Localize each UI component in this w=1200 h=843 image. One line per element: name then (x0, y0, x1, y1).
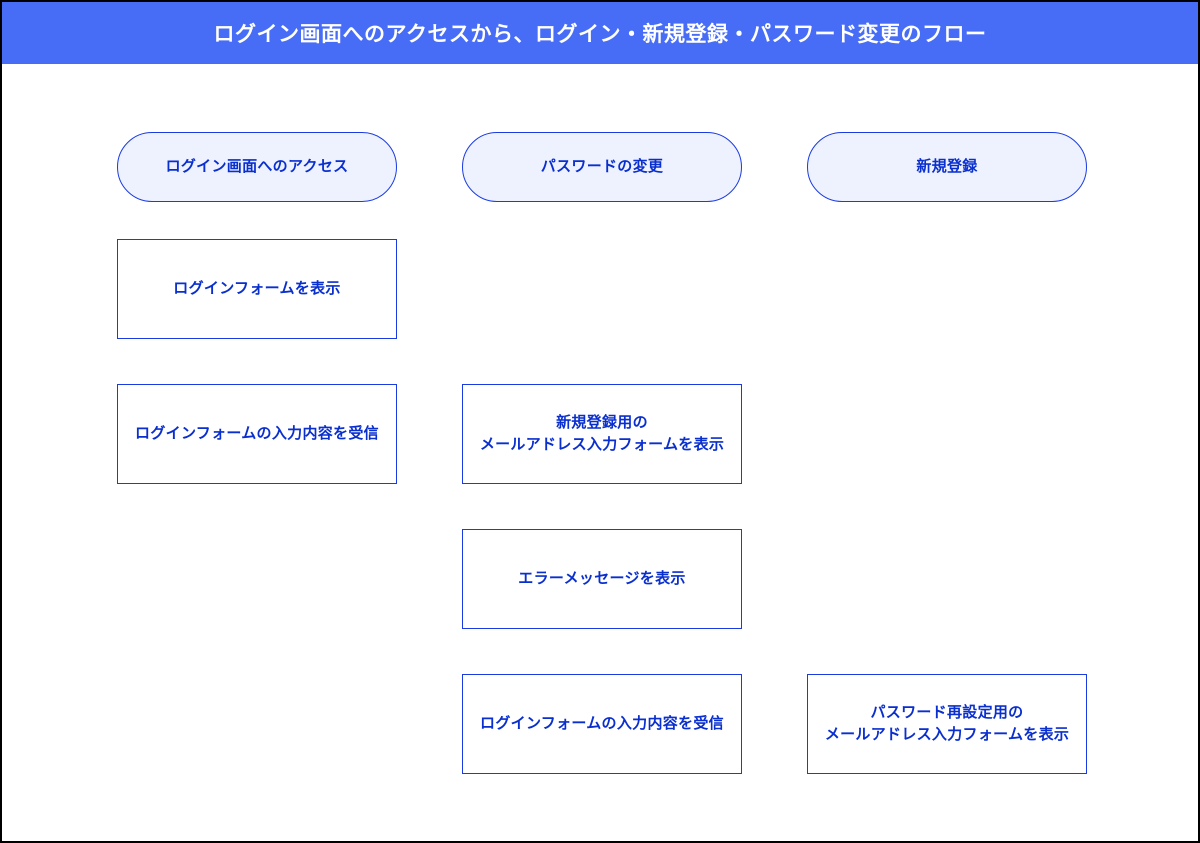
start-new-register: 新規登録 (807, 132, 1087, 202)
diagram-frame: ログイン画面へのアクセスから、ログイン・新規登録・パスワード変更のフロー ログイ… (0, 0, 1200, 843)
node-label: ログインフォームを表示 (173, 278, 340, 301)
step-show-signup-email-form: 新規登録用のメールアドレス入力フォームを表示 (462, 384, 742, 484)
title-text: ログイン画面へのアクセスから、ログイン・新規登録・パスワード変更のフロー (214, 23, 987, 46)
step-show-login-form: ログインフォームを表示 (117, 239, 397, 339)
node-label: 新規登録 (916, 156, 977, 179)
step-show-pwd-reset-email-form: パスワード再設定用のメールアドレス入力フォームを表示 (807, 674, 1087, 774)
step-receive-login-input: ログインフォームの入力内容を受信 (117, 384, 397, 484)
step-receive-login-input-2: ログインフォームの入力内容を受信 (462, 674, 742, 774)
start-password-change: パスワードの変更 (462, 132, 742, 202)
node-label: ログインフォームの入力内容を受信 (480, 713, 724, 736)
node-label: パスワード再設定用のメールアドレス入力フォームを表示 (825, 702, 1069, 747)
node-label: パスワードの変更 (541, 156, 663, 179)
node-label: エラーメッセージを表示 (518, 568, 685, 591)
title-bar: ログイン画面へのアクセスから、ログイン・新規登録・パスワード変更のフロー (2, 2, 1198, 64)
node-label: ログイン画面へのアクセス (166, 156, 349, 179)
start-login-access: ログイン画面へのアクセス (117, 132, 397, 202)
step-show-error-message: エラーメッセージを表示 (462, 529, 742, 629)
diagram-canvas: ログイン画面へのアクセス パスワードの変更 新規登録 ログインフォームを表示 ロ… (2, 64, 1198, 843)
node-label: ログインフォームの入力内容を受信 (135, 423, 379, 446)
node-label: 新規登録用のメールアドレス入力フォームを表示 (480, 412, 724, 457)
